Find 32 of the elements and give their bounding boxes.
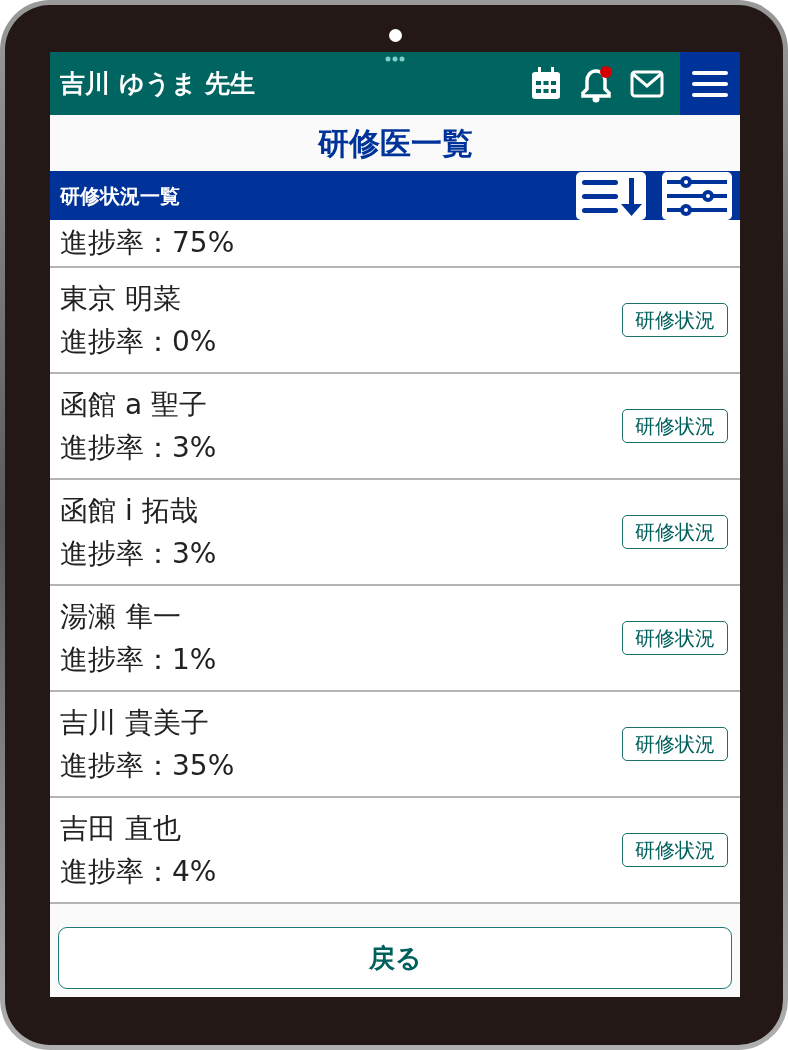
- trainee-name: 函館 i 拓哉: [60, 492, 199, 529]
- menu-button[interactable]: [680, 52, 740, 115]
- filter-button[interactable]: [662, 171, 732, 220]
- progress-rate: 進捗率：1%: [60, 642, 218, 678]
- status-button[interactable]: 研修状況: [622, 303, 728, 337]
- progress-rate: 進捗率：0%: [60, 324, 218, 360]
- calendar-icon[interactable]: [530, 66, 562, 101]
- progress-rate: 進捗率：4%: [60, 854, 218, 890]
- sort-button[interactable]: [576, 171, 646, 220]
- progress-rate: 進捗率：35%: [60, 748, 236, 784]
- trainee-name: 吉川 貴美子: [60, 704, 210, 741]
- trainee-name: 湯瀬 隼一: [60, 598, 182, 635]
- camera-icon: [388, 29, 402, 42]
- mail-icon[interactable]: [630, 69, 664, 98]
- user-name: 吉川 ゆうま 先生: [59, 67, 257, 100]
- menu-icon: [692, 70, 728, 97]
- handle-icon[interactable]: [385, 56, 405, 62]
- status-button[interactable]: 研修状況: [622, 727, 728, 761]
- status-button[interactable]: 研修状況: [622, 621, 728, 655]
- back-button[interactable]: 戻る: [58, 927, 732, 989]
- bell-icon[interactable]: [578, 64, 614, 103]
- trainee-name: 函館 a 聖子: [60, 386, 208, 423]
- status-button[interactable]: 研修状況: [622, 515, 728, 549]
- progress-rate: 進捗率：75%: [60, 225, 236, 262]
- trainee-name: 吉田 直也: [60, 810, 182, 847]
- progress-rate: 進捗率：3%: [60, 536, 218, 572]
- trainee-name: 東京 明菜: [60, 280, 182, 317]
- page-title: 研修医一覧: [317, 123, 473, 163]
- progress-rate: 進捗率：3%: [60, 430, 218, 466]
- status-button[interactable]: 研修状況: [622, 409, 728, 443]
- section-title: 研修状況一覧: [59, 182, 181, 210]
- status-button[interactable]: 研修状況: [622, 833, 728, 867]
